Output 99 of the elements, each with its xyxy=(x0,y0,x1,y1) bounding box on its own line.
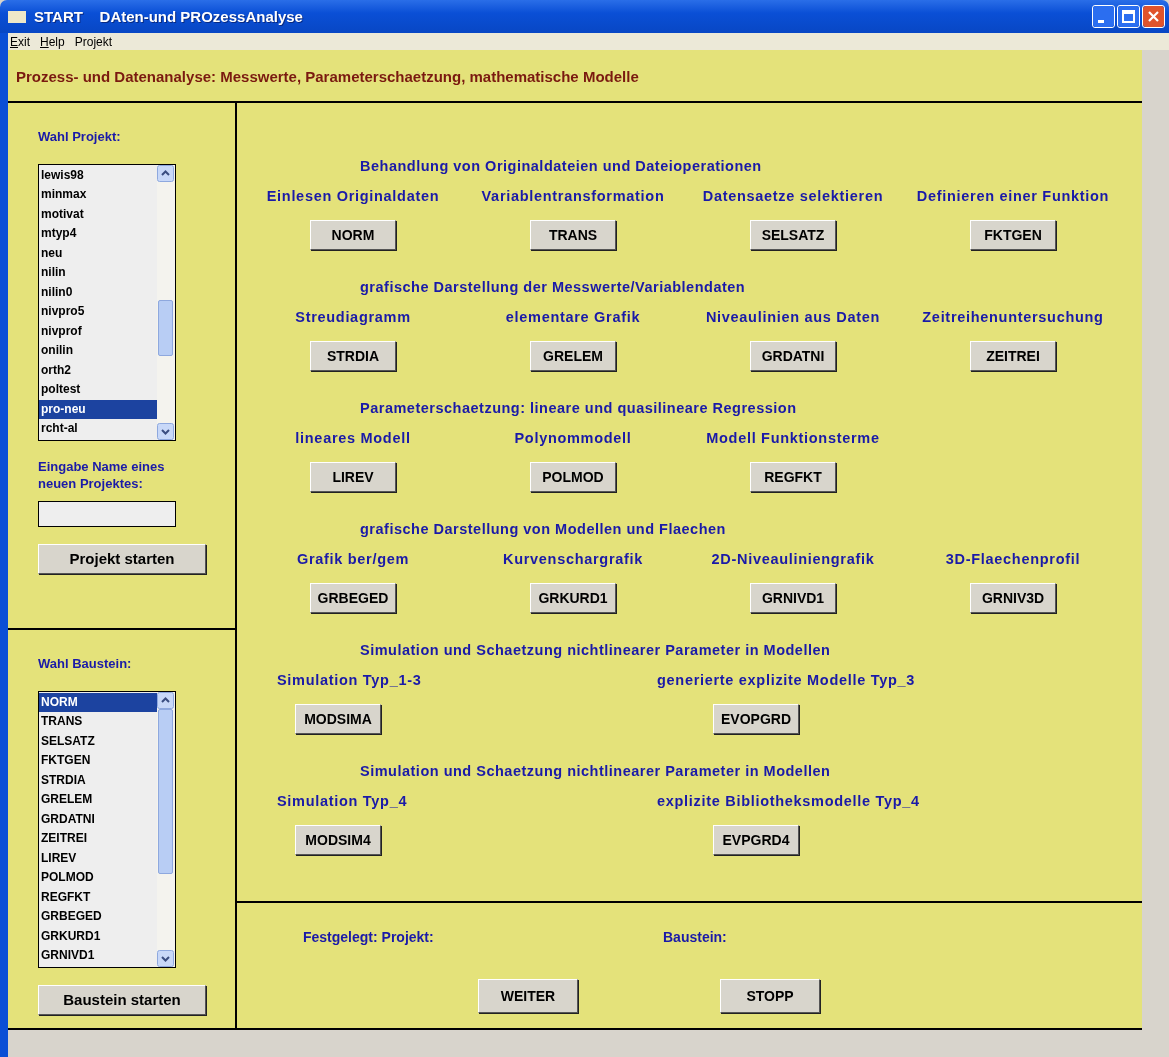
header-text: Prozess- und Datenanalyse: Messwerte, Parameterschaetzung, mathematische Modelle xyxy=(15,67,640,87)
list-item[interactable]: GRELEM xyxy=(39,790,157,810)
list-item[interactable]: nilin0 xyxy=(39,282,157,303)
list-item[interactable]: SELSATZ xyxy=(39,731,157,752)
module-label: Zeitreihenuntersuchung xyxy=(922,308,1104,327)
project-label: Festgelegt: Projekt: xyxy=(303,928,435,945)
close-button[interactable] xyxy=(1142,5,1165,28)
section-label: Wahl Projekt: xyxy=(38,128,121,144)
module-button[interactable]: FKTGEN xyxy=(970,219,1056,250)
group-heading: Simulation und Schaetzung nichtlinearer Parameter in Modellen xyxy=(360,641,831,658)
list-item[interactable]: REGFKT xyxy=(39,887,157,908)
module-button[interactable]: GRDATNI xyxy=(750,340,836,371)
continue-button[interactable]: WEITER xyxy=(478,978,578,1013)
scroll-down-icon[interactable] xyxy=(157,422,174,440)
list-item[interactable]: STRDIA xyxy=(39,770,157,791)
start-project-button[interactable]: Projekt starten xyxy=(38,543,206,574)
list-item[interactable]: GRBEGED xyxy=(39,907,157,927)
listbox[interactable]: NORM TRANS SELSATZ FKTGEN STRDIA GRELEM GRDATNI ZEITREI LIREV POLMOD REGFKT GRBEGED GRKURD1 GRNIVD1 xyxy=(38,690,176,968)
module-label: Polynommodell xyxy=(514,429,632,448)
module-button[interactable]: EVPGRD4 xyxy=(713,824,799,855)
module-button[interactable]: MODSIMA xyxy=(295,703,381,734)
module-label: 2D-Niveauliniengrafik xyxy=(711,550,875,569)
menu-item[interactable]: Help xyxy=(40,34,65,49)
menu-item[interactable]: Exit xyxy=(10,34,30,49)
module-label: elementare Grafik xyxy=(505,308,641,327)
module-button[interactable]: GRKURD1 xyxy=(530,582,616,613)
module-label: generierte explizite Modelle Typ_3 xyxy=(657,671,916,690)
module-label: Definieren einer Funktion xyxy=(916,187,1110,206)
module-label: Streudiagramm xyxy=(295,308,411,327)
module-label: explizite Bibliotheksmodelle Typ_4 xyxy=(657,792,920,811)
list-item[interactable]: lewis98 xyxy=(39,165,157,186)
module-button[interactable]: GRNIV3D xyxy=(970,582,1056,613)
module-label: Niveaulinien aus Daten xyxy=(705,308,881,327)
group-heading: grafische Darstellung der Messwerte/Variablendaten xyxy=(360,278,746,295)
list-item[interactable]: onilin xyxy=(39,341,157,361)
group-heading: Simulation und Schaetzung nichtlinearer Parameter in Modellen xyxy=(360,762,831,779)
window-icon xyxy=(8,10,26,23)
module-label: Grafik ber/gem xyxy=(296,550,410,569)
field-label: Eingabe Name eines neuen Projektes: xyxy=(38,457,166,492)
maximize-button[interactable] xyxy=(1117,5,1140,28)
list-item[interactable]: ZEITREI xyxy=(39,829,157,849)
menu-item[interactable]: Projekt xyxy=(74,34,113,49)
group-heading: Behandlung von Originaldateien und Dateioperationen xyxy=(360,157,762,174)
list-item[interactable]: nivprof xyxy=(39,321,157,342)
list-item[interactable]: NORM xyxy=(39,692,157,713)
list-item[interactable]: mtyp4 xyxy=(39,224,157,244)
list-item[interactable]: GRKURD1 xyxy=(39,926,157,947)
list-item[interactable]: GRDATNI xyxy=(39,809,157,830)
minimize-button[interactable] xyxy=(1092,5,1115,28)
module-button[interactable]: MODSIM4 xyxy=(295,824,381,855)
module-button[interactable]: SELSATZ xyxy=(750,219,836,250)
module-label: 3D-Flaechenprofil xyxy=(945,550,1081,569)
list-item[interactable]: LIREV xyxy=(39,848,157,869)
list-item[interactable]: POLMOD xyxy=(39,868,157,888)
stop-button[interactable]: STOPP xyxy=(720,978,820,1013)
module-button[interactable]: NORM xyxy=(310,219,396,250)
list-item[interactable]: TRANS xyxy=(39,712,157,732)
module-button[interactable]: TRANS xyxy=(530,219,616,250)
module-button[interactable]: EVOPGRD xyxy=(713,703,799,734)
input-field[interactable] xyxy=(38,500,176,527)
module-label: Kurvenschargrafik xyxy=(502,550,643,569)
module-button[interactable]: REGFKT xyxy=(750,461,836,492)
module-label: lineares Modell xyxy=(295,429,411,448)
scroll-down-icon[interactable] xyxy=(157,949,174,967)
module-label: Variablentransformation xyxy=(481,187,665,206)
module-button[interactable]: GRELEM xyxy=(530,340,616,371)
list-item[interactable]: rcht-al xyxy=(39,419,157,439)
scroll-thumb[interactable] xyxy=(158,708,173,874)
list-item[interactable]: nilin xyxy=(39,263,157,283)
group-heading: grafische Darstellung von Modellen und Flaechen xyxy=(360,520,726,537)
module-button[interactable]: ZEITREI xyxy=(970,340,1056,371)
list-item[interactable]: nivpro5 xyxy=(39,302,157,322)
listbox[interactable]: lewis98 minmax motivat mtyp4 neu nilin nilin0 nivpro5 nivprof onilin orth2 poltest pro-neu rcht-al xyxy=(38,163,176,441)
window-title: START DAten-und PROzessAnalyse xyxy=(34,8,304,25)
list-item[interactable]: motivat xyxy=(39,204,157,225)
module-label: Einlesen Originaldaten xyxy=(266,187,440,206)
scroll-up-icon[interactable] xyxy=(157,164,174,182)
scroll-thumb[interactable] xyxy=(158,299,173,356)
group-heading: Parameterschaetzung: lineare und quasilineare Regression xyxy=(360,399,797,416)
module-button[interactable]: GRBEGED xyxy=(310,582,396,613)
list-item[interactable]: poltest xyxy=(39,380,157,400)
module-button[interactable]: POLMOD xyxy=(530,461,616,492)
start-module-button[interactable]: Baustein starten xyxy=(38,984,206,1015)
module-button[interactable]: STRDIA xyxy=(310,340,396,371)
list-item[interactable]: orth2 xyxy=(39,360,157,381)
list-item[interactable]: GRNIVD1 xyxy=(39,946,157,966)
section-label: Wahl Baustein: xyxy=(38,655,132,671)
list-item[interactable]: neu xyxy=(39,243,157,264)
list-item[interactable]: pro-neu xyxy=(39,399,157,420)
module-label: Simulation Typ_1-3 xyxy=(277,671,422,690)
module-button[interactable]: LIREV xyxy=(310,461,396,492)
scroll-up-icon[interactable] xyxy=(157,691,174,709)
list-item[interactable]: minmax xyxy=(39,185,157,205)
module-label: Datensaetze selektieren xyxy=(702,187,884,206)
module-label: Simulation Typ_4 xyxy=(277,792,408,811)
module-label: Baustein: xyxy=(663,928,728,945)
module-label: Modell Funktionsterme xyxy=(706,429,880,448)
module-button[interactable]: GRNIVD1 xyxy=(750,582,836,613)
list-item[interactable]: FKTGEN xyxy=(39,751,157,771)
